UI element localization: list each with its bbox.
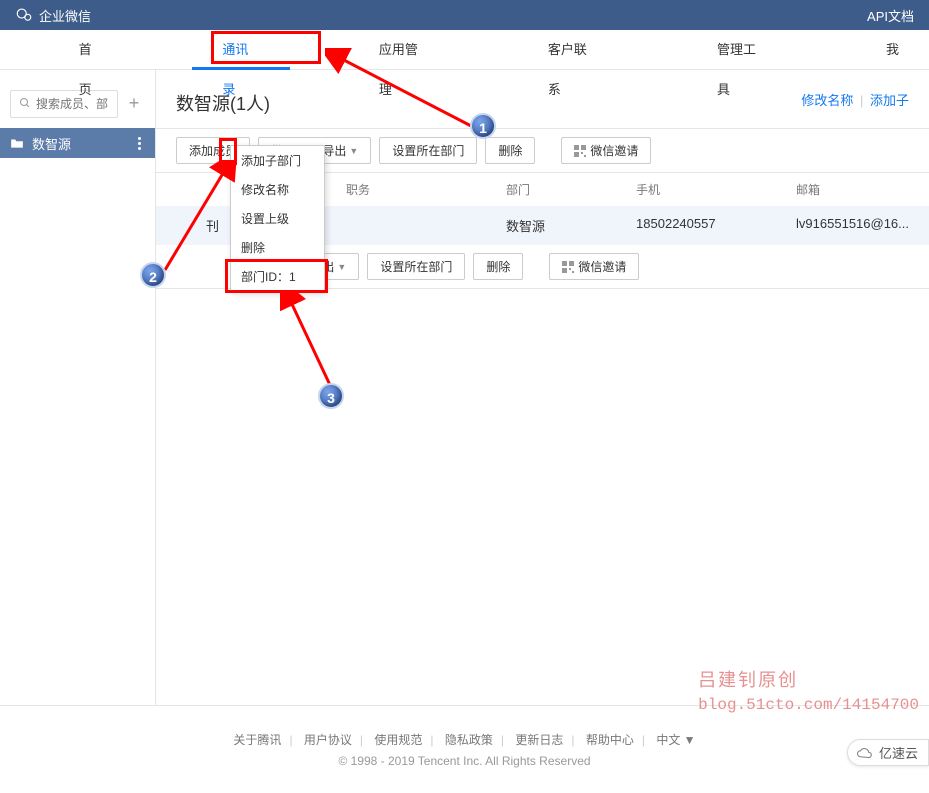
logo-area: 企业微信 bbox=[15, 6, 91, 25]
set-dept-button-2[interactable]: 设置所在部门 bbox=[367, 253, 465, 280]
dept-name: 数智源 bbox=[32, 134, 71, 153]
marker-2: 2 bbox=[140, 262, 166, 288]
wechat-invite-button-2[interactable]: 微信邀请 bbox=[549, 253, 639, 280]
footer: 关于腾讯| 用户协议| 使用规范| 隐私政策| 更新日志| 帮助中心| 中文 ▼… bbox=[0, 706, 929, 793]
add-child-link[interactable]: 添加子 bbox=[870, 93, 909, 108]
col-email: 邮箱 bbox=[796, 181, 909, 198]
footer-changelog[interactable]: 更新日志 bbox=[515, 733, 563, 747]
cloud-icon bbox=[856, 746, 874, 760]
delete-button-2[interactable]: 删除 bbox=[473, 253, 523, 280]
col-phone: 手机 bbox=[636, 181, 796, 198]
search-icon bbox=[19, 97, 31, 112]
context-menu: 添加子部门 修改名称 设置上级 删除 部门ID：1 bbox=[230, 145, 325, 292]
nav-contacts[interactable]: 通讯录 bbox=[192, 30, 290, 70]
watermark: 吕建钊原创 blog.51cto.com/14154700 bbox=[698, 668, 919, 716]
marker-1: 1 bbox=[470, 113, 496, 139]
caret-down-icon: ▼ bbox=[337, 262, 346, 272]
qr-icon bbox=[574, 145, 586, 157]
yisu-badge[interactable]: 亿速云 bbox=[847, 739, 929, 766]
nav-apps[interactable]: 应用管理 bbox=[349, 30, 460, 70]
page-title: 数智源(1人) bbox=[176, 90, 270, 116]
api-docs-link[interactable]: API文档 bbox=[867, 6, 914, 25]
qr-icon bbox=[562, 261, 574, 273]
footer-privacy[interactable]: 隐私政策 bbox=[445, 733, 493, 747]
add-button[interactable]: + bbox=[123, 93, 145, 115]
folder-icon bbox=[10, 137, 24, 149]
nav-tools[interactable]: 管理工具 bbox=[687, 30, 798, 70]
set-dept-button[interactable]: 设置所在部门 bbox=[379, 137, 477, 164]
search-input[interactable] bbox=[36, 97, 109, 111]
wechat-invite-button[interactable]: 微信邀请 bbox=[561, 137, 651, 164]
app-name: 企业微信 bbox=[39, 6, 91, 25]
col-title: 职务 bbox=[346, 181, 506, 198]
caret-down-icon: ▼ bbox=[349, 146, 358, 156]
nav-home[interactable]: 首页 bbox=[49, 30, 134, 70]
marker-3: 3 bbox=[318, 383, 344, 409]
edit-name-link[interactable]: 修改名称 bbox=[801, 93, 853, 108]
footer-help[interactable]: 帮助中心 bbox=[586, 733, 634, 747]
footer-agreement[interactable]: 用户协议 bbox=[304, 733, 352, 747]
menu-set-parent[interactable]: 设置上级 bbox=[231, 204, 324, 233]
sidebar-dept-item[interactable]: 数智源 bbox=[0, 128, 155, 158]
footer-about[interactable]: 关于腾讯 bbox=[233, 733, 281, 747]
top-bar: 企业微信 API文档 bbox=[0, 0, 929, 30]
dept-more-icon[interactable] bbox=[131, 133, 147, 153]
search-box[interactable] bbox=[10, 90, 118, 118]
footer-lang[interactable]: 中文 ▼ bbox=[656, 733, 695, 747]
nav-customer[interactable]: 客户联系 bbox=[518, 30, 629, 70]
sidebar: + 数智源 bbox=[0, 70, 156, 705]
menu-rename[interactable]: 修改名称 bbox=[231, 175, 324, 204]
nav-my[interactable]: 我 bbox=[856, 30, 929, 70]
menu-delete[interactable]: 删除 bbox=[231, 233, 324, 262]
nav-bar: 首页 通讯录 应用管理 客户联系 管理工具 我 bbox=[0, 30, 929, 70]
footer-usage[interactable]: 使用规范 bbox=[374, 733, 422, 747]
col-dept: 部门 bbox=[506, 181, 636, 198]
menu-dept-id: 部门ID：1 bbox=[231, 262, 324, 291]
menu-add-sub[interactable]: 添加子部门 bbox=[231, 146, 324, 175]
delete-button[interactable]: 删除 bbox=[485, 137, 535, 164]
wechat-work-logo-icon bbox=[15, 6, 33, 24]
